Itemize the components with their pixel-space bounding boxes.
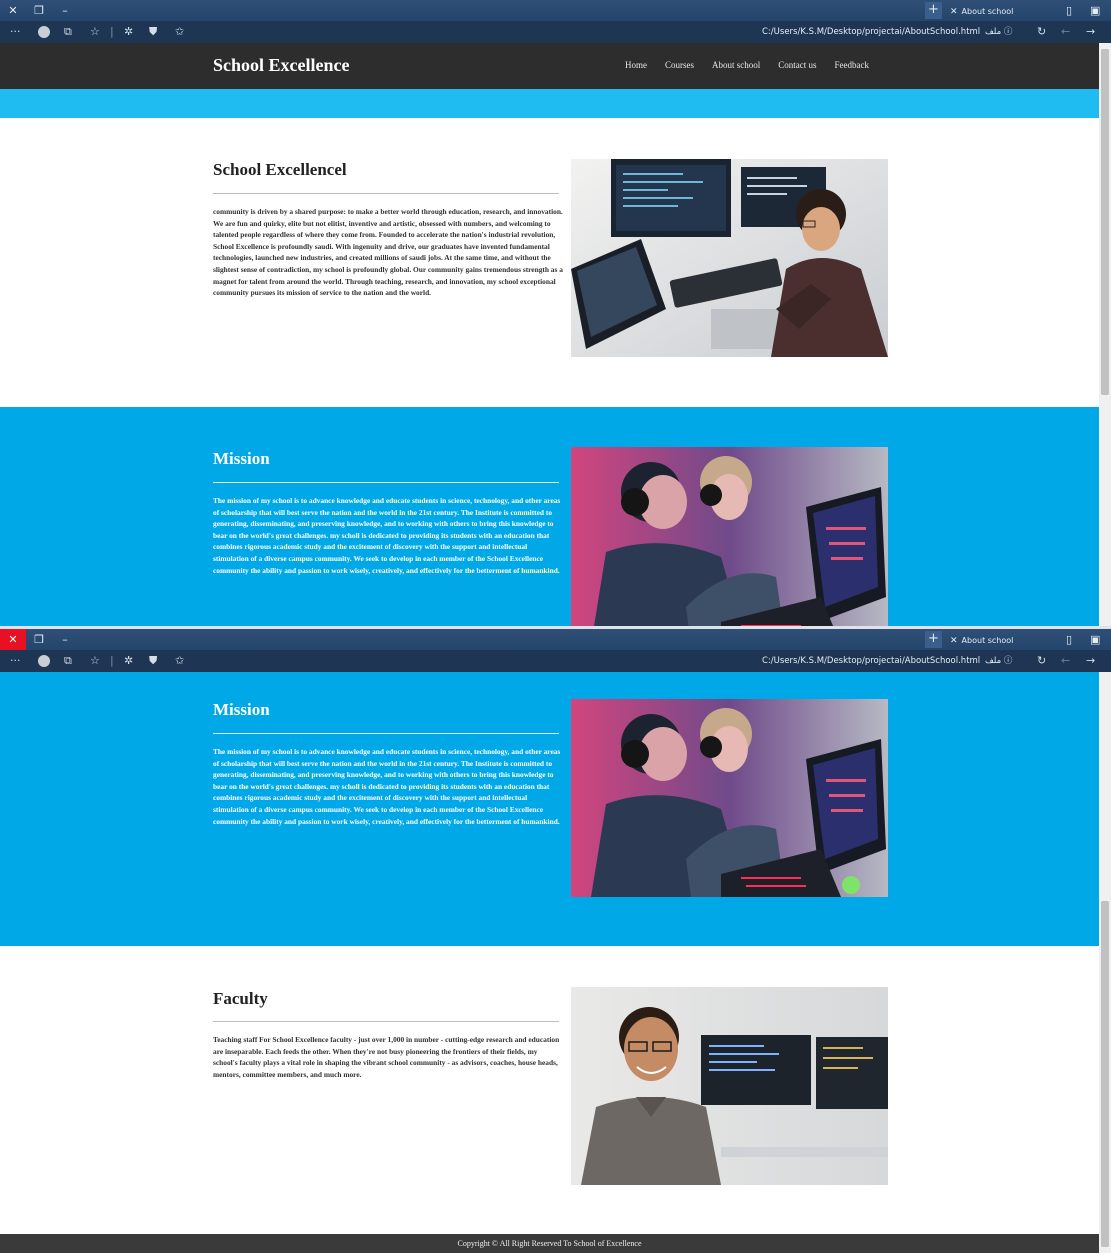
sidebar-icon[interactable]: ▣ [1090,629,1100,650]
close-icon[interactable]: ✕ [0,629,26,650]
nav-link-home[interactable]: Home [625,60,647,70]
mission-section-top: Mission The mission of my school is to a… [0,407,1099,626]
page-icon[interactable]: ▯ [1066,0,1072,21]
brand-title[interactable]: School Excellence [213,55,349,76]
browser-tab[interactable]: ✕ About school [944,632,1013,650]
url-text[interactable]: C:/Users/K.S.M/Desktop/projectai/AboutSc… [762,21,980,43]
toolbar-divider: | [110,654,114,667]
tab-title: About school [961,7,1014,16]
collections-icon[interactable]: ⧉ [64,21,72,43]
avatar[interactable] [38,655,50,667]
add-favorite-icon[interactable]: ✩ [175,21,184,43]
page-content: Mission The mission of my school is to a… [0,672,1099,1253]
scroll-thumb[interactable] [1101,49,1109,395]
browser-window-top: ✕ ❐ – + ✕ About school ▯ ▣ ··· ⧉ ☆ | ✲ ⛊ … [0,0,1111,626]
faculty-text: Teaching staff For School Excellence fac… [213,1035,560,1079]
tab-close-icon[interactable]: ✕ [950,7,958,17]
tab-title: About school [961,636,1014,645]
hero-strip [0,89,1099,118]
new-tab-button[interactable]: + [925,631,942,648]
scrollbar-top[interactable] [1099,43,1111,626]
forward-icon[interactable]: → [1086,650,1095,672]
minimize-icon[interactable]: – [52,629,78,650]
mission-text: The mission of my school is to advance k… [213,747,561,826]
mission-title: Mission [213,449,270,468]
faculty-divider [213,1021,559,1022]
faculty-section: Faculty Teaching staff For School Excell… [0,946,1099,1234]
menu-icon[interactable]: ··· [10,650,21,672]
nav-links: Home Courses About school Contact us Fee… [625,60,887,70]
mission-divider [213,482,559,483]
address-bar: ··· ⧉ ☆ | ✲ ⛊ ✩ C:/Users/K.S.M/Desktop/p… [0,21,1111,43]
footer: Copyright © All Right Reserved To School… [0,1234,1099,1253]
nav-link-courses[interactable]: Courses [665,60,694,70]
teacher-image [571,987,888,1185]
restore-icon[interactable]: ❐ [26,629,52,650]
extension-icon[interactable]: ✲ [124,21,133,43]
shield-icon[interactable]: ⛊ [149,21,157,43]
about-divider [213,193,559,194]
back-icon[interactable]: ← [1061,21,1070,43]
forward-icon[interactable]: → [1086,21,1095,43]
refresh-icon[interactable]: ↻ [1037,21,1046,43]
shield-icon[interactable]: ⛊ [149,650,157,672]
url-text[interactable]: C:/Users/K.S.M/Desktop/projectai/AboutSc… [762,650,980,672]
nav-link-about[interactable]: About school [712,60,760,70]
nav-link-contact[interactable]: Contact us [778,60,816,70]
extension-icon[interactable]: ✲ [124,650,133,672]
favorites-icon[interactable]: ☆ [90,21,100,43]
toolbar-divider: | [110,25,114,38]
avatar[interactable] [38,26,50,38]
title-bar: ✕ ❐ – + ✕ About school ▯ ▣ [0,0,1111,21]
page-icon[interactable]: ▯ [1066,629,1072,650]
refresh-icon[interactable]: ↻ [1037,650,1046,672]
about-text: community is driven by a shared purpose:… [213,207,563,298]
title-bar: ✕ ❐ – + ✕ About school ▯ ▣ [0,629,1111,650]
minimize-icon[interactable]: – [52,0,78,21]
new-tab-button[interactable]: + [925,2,942,19]
page-content: School Excellence Home Courses About sch… [0,43,1099,626]
mission-section: Mission The mission of my school is to a… [0,672,1099,946]
back-icon[interactable]: ← [1061,650,1070,672]
add-favorite-icon[interactable]: ✩ [175,650,184,672]
restore-icon[interactable]: ❐ [26,0,52,21]
sidebar-icon[interactable]: ▣ [1090,0,1100,21]
scroll-thumb[interactable] [1101,901,1109,1247]
nav-link-feedback[interactable]: Feedback [835,60,869,70]
favorites-icon[interactable]: ☆ [90,650,100,672]
file-label: ملف ⓘ [985,27,1013,37]
address-bar: ··· ⧉ ☆ | ✲ ⛊ ✩ C:/Users/K.S.M/Desktop/p… [0,650,1111,672]
about-title: School Excellencel [213,160,347,179]
browser-tab[interactable]: ✕ About school [944,3,1013,21]
mission-divider [213,733,559,734]
close-icon[interactable]: ✕ [0,0,26,21]
coding-student-image [571,159,888,357]
mission-title: Mission [213,700,270,719]
mission-text: The mission of my school is to advance k… [213,496,561,575]
browser-window-bottom: ✕ ❐ – + ✕ About school ▯ ▣ ··· ⧉ ☆ | ✲ ⛊ … [0,629,1111,1253]
gaming-kids-image [571,699,888,897]
collections-icon[interactable]: ⧉ [64,650,72,672]
file-label: ملف ⓘ [985,656,1013,666]
menu-icon[interactable]: ··· [10,21,21,43]
gaming-kids-image [571,447,888,626]
faculty-title: Faculty [213,989,268,1008]
about-section: School Excellencel community is driven b… [0,118,1099,407]
scrollbar-bottom[interactable] [1099,672,1111,1253]
tab-close-icon[interactable]: ✕ [950,636,958,646]
navbar: School Excellence Home Courses About sch… [0,43,1099,89]
